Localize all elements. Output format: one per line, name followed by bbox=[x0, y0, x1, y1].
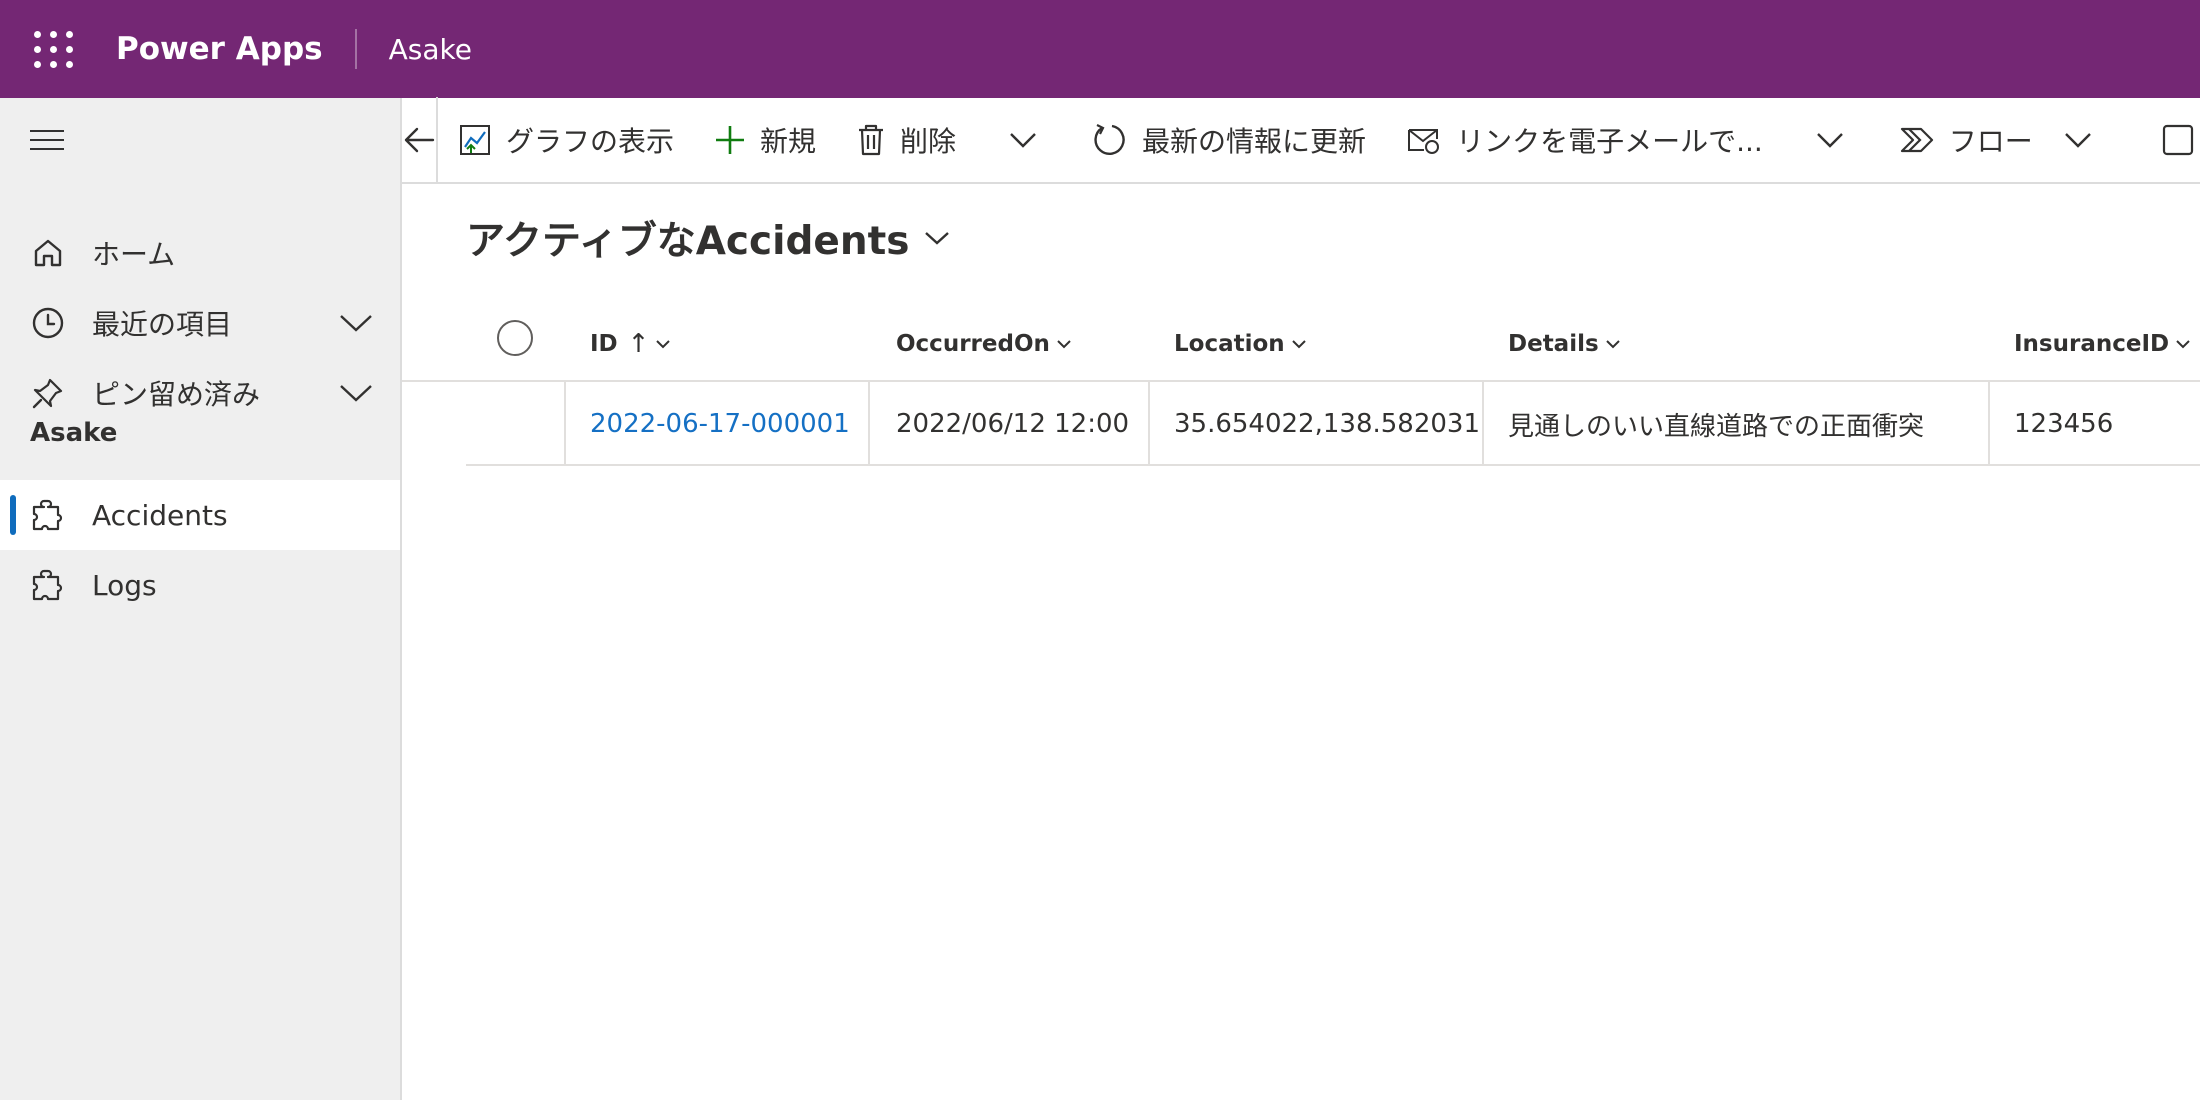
clock-icon bbox=[32, 307, 64, 339]
more-commands-dropdown[interactable] bbox=[988, 97, 1072, 183]
sidebar-item-label: ピン留め済み bbox=[92, 378, 261, 411]
cell-location: 35.654022,138.582031 bbox=[1174, 409, 1481, 439]
table-row[interactable]: 2022-06-17-000001 2022/06/12 12:00 35.65… bbox=[466, 382, 2200, 466]
app-brand[interactable]: Power Apps bbox=[116, 31, 323, 67]
plus-icon bbox=[716, 126, 745, 154]
cell-divider bbox=[1148, 382, 1150, 466]
chevron-down-icon bbox=[924, 232, 949, 245]
column-header-insuranceid[interactable]: InsuranceID bbox=[2014, 306, 2191, 382]
show-chart-label: グラフの表示 bbox=[506, 125, 675, 158]
sort-ascending-icon: ↑ bbox=[627, 329, 650, 359]
chevron-down-icon bbox=[1816, 133, 1843, 148]
chevron-down-icon bbox=[1605, 340, 1620, 349]
column-header-label: OccurredOn bbox=[896, 331, 1050, 357]
chevron-down-icon bbox=[2176, 340, 2190, 349]
refresh-icon bbox=[1094, 124, 1125, 155]
email-link-button[interactable]: リンクを電子メールで... bbox=[1386, 97, 1783, 183]
show-chart-button[interactable]: グラフの表示 bbox=[438, 97, 694, 183]
cell-details: 見通しのいい直線道路での正面衝突 bbox=[1508, 411, 1925, 442]
email-link-dropdown[interactable] bbox=[1795, 97, 1879, 183]
sidebar-item-recent[interactable]: 最近の項目 bbox=[0, 288, 400, 358]
chevron-down-icon bbox=[1057, 340, 1071, 349]
cell-divider bbox=[564, 382, 566, 466]
refresh-label: 最新の情報に更新 bbox=[1142, 125, 1367, 158]
view-selector[interactable]: アクティブなAccidents bbox=[466, 210, 950, 266]
cell-divider bbox=[868, 382, 870, 466]
page-title: アクティブなAccidents bbox=[466, 219, 910, 264]
sidebar-item-label: ホーム bbox=[92, 238, 176, 271]
command-bar: グラフの表示 新規 削除 最新の情報に更新 リンクを電子メールで... フロー bbox=[402, 97, 2200, 184]
pin-icon bbox=[32, 378, 63, 409]
sidebar-item-logs[interactable]: Logs bbox=[0, 550, 400, 620]
cell-divider bbox=[1988, 382, 1990, 466]
column-header-label: InsuranceID bbox=[2014, 331, 2170, 357]
email-link-label: リンクを電子メールで... bbox=[1456, 125, 1763, 158]
cell-occurredon: 2022/06/12 12:00 bbox=[896, 409, 1130, 439]
delete-button[interactable]: 削除 bbox=[836, 97, 976, 183]
cell-insuranceid: 123456 bbox=[2014, 409, 2114, 439]
record-id-link[interactable]: 2022-06-17-000001 bbox=[590, 382, 850, 466]
flow-label: フロー bbox=[1948, 125, 2033, 158]
chevron-down-icon bbox=[2064, 133, 2091, 148]
sidebar-item-accidents[interactable]: Accidents bbox=[0, 480, 400, 550]
chevron-down-icon bbox=[1291, 340, 1306, 349]
column-header-label: Details bbox=[1508, 331, 1599, 357]
delete-label: 削除 bbox=[900, 125, 957, 158]
arrow-left-icon bbox=[404, 127, 435, 153]
hamburger-menu-icon[interactable] bbox=[30, 130, 64, 154]
flow-icon bbox=[1900, 127, 1933, 153]
report-button[interactable] bbox=[2127, 97, 2200, 183]
column-header-location[interactable]: Location bbox=[1174, 306, 1307, 382]
app-launcher-icon[interactable] bbox=[30, 25, 78, 73]
new-button[interactable]: 新規 bbox=[694, 97, 836, 183]
column-header-label: ID bbox=[590, 331, 618, 357]
column-header-occurredon[interactable]: OccurredOn bbox=[896, 306, 1072, 382]
puzzle-icon bbox=[32, 499, 63, 531]
back-button[interactable] bbox=[402, 97, 438, 183]
trash-icon bbox=[859, 124, 884, 156]
chevron-down-icon[interactable] bbox=[338, 382, 374, 404]
report-icon bbox=[2162, 124, 2193, 156]
sidebar-item-label: Accidents bbox=[92, 498, 228, 532]
sidebar-item-home[interactable]: ホーム bbox=[0, 218, 400, 288]
cell-divider bbox=[1482, 382, 1484, 466]
chevron-down-icon bbox=[1010, 133, 1036, 148]
sidebar-item-label: Logs bbox=[92, 568, 157, 602]
select-all-checkbox[interactable] bbox=[497, 320, 533, 356]
refresh-button[interactable]: 最新の情報に更新 bbox=[1072, 97, 1386, 183]
column-header-label: Location bbox=[1174, 331, 1285, 357]
app-name[interactable]: Asake bbox=[389, 33, 472, 66]
header-divider bbox=[354, 29, 357, 69]
chart-icon bbox=[460, 125, 490, 155]
flow-button[interactable]: フロー bbox=[1879, 97, 2127, 183]
home-icon bbox=[34, 239, 62, 267]
chevron-down-icon[interactable] bbox=[338, 312, 374, 334]
sidebar-item-label: 最近の項目 bbox=[92, 308, 233, 341]
mail-link-icon bbox=[1408, 129, 1440, 154]
puzzle-icon bbox=[32, 569, 63, 601]
column-header-id[interactable]: ID ↑ bbox=[590, 306, 671, 382]
app-header: Power Apps Asake bbox=[0, 0, 2200, 98]
chevron-down-icon bbox=[656, 340, 671, 349]
column-header-details[interactable]: Details bbox=[1508, 306, 1621, 382]
new-label: 新規 bbox=[760, 125, 817, 158]
sidebar-section-label: Asake bbox=[30, 418, 118, 448]
sidebar: ホーム 最近の項目 ピン留め済み Asake Accidents Logs bbox=[0, 98, 402, 1100]
